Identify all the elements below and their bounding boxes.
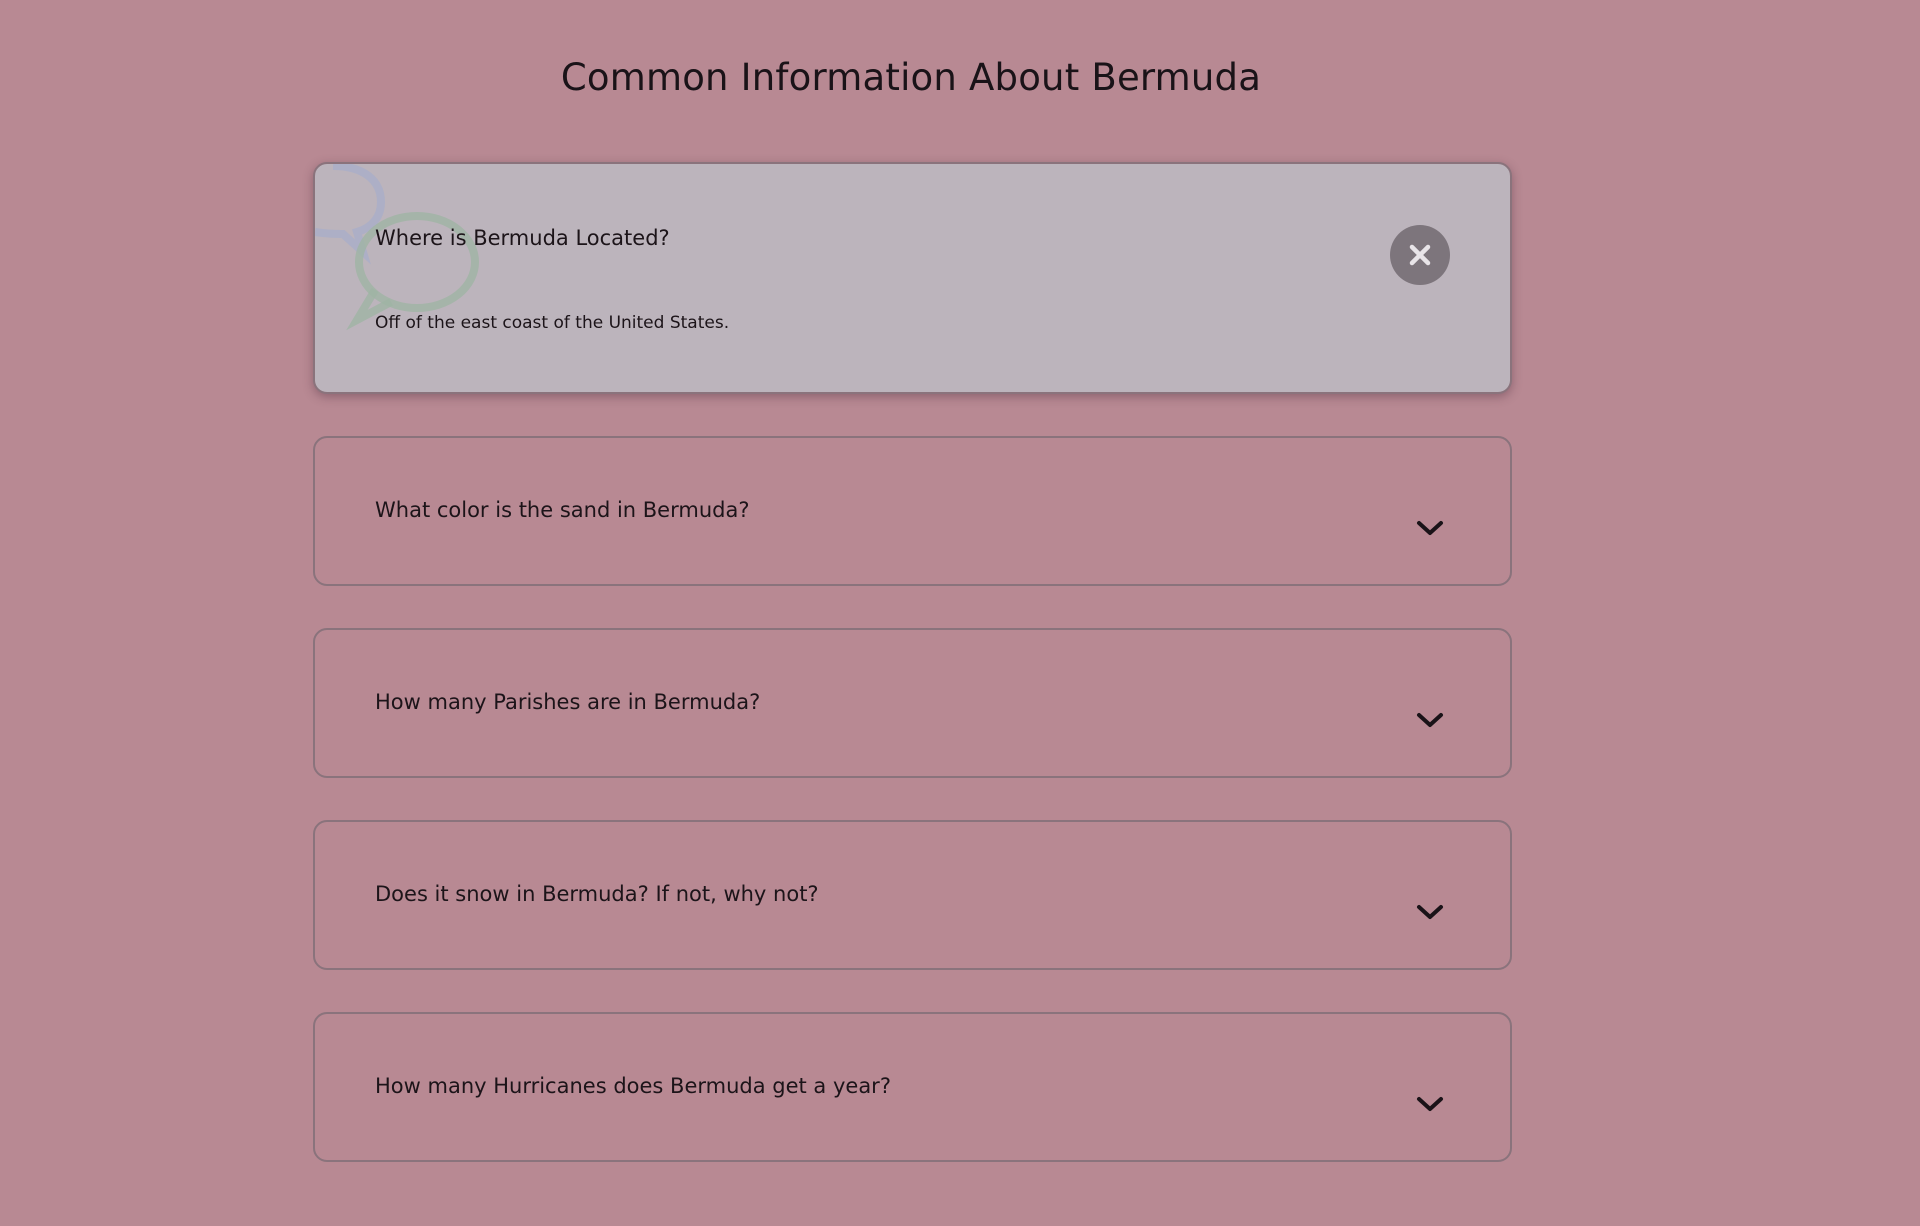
faq-item[interactable]: Where is Bermuda Located? Off of the eas… [313,162,1512,394]
faq-question[interactable]: Where is Bermuda Located? [375,226,670,250]
faq-answer: Off of the east coast of the United Stat… [375,313,730,333]
faq-question[interactable]: How many Parishes are in Bermuda? [375,690,760,714]
close-icon [1409,244,1431,266]
chevron-down-icon [1417,1097,1443,1111]
faq-item[interactable]: What color is the sand in Bermuda? [313,436,1512,586]
faq-toggle-button[interactable] [1412,702,1448,738]
faq-item[interactable]: How many Parishes are in Bermuda? [313,628,1512,778]
chevron-down-icon [1417,521,1443,535]
faq-toggle-button[interactable] [1390,225,1450,285]
faq-toggle-button[interactable] [1412,894,1448,930]
chevron-down-icon [1417,713,1443,727]
chevron-down-icon [1417,905,1443,919]
faq-question[interactable]: What color is the sand in Bermuda? [375,498,749,522]
faq-question[interactable]: How many Hurricanes does Bermuda get a y… [375,1074,891,1098]
faq-toggle-button[interactable] [1412,510,1448,546]
faq-item[interactable]: Does it snow in Bermuda? If not, why not… [313,820,1512,970]
page-title: Common Information About Bermuda [560,56,1262,99]
faq-list: Where is Bermuda Located? Off of the eas… [313,162,1512,1204]
faq-item[interactable]: How many Hurricanes does Bermuda get a y… [313,1012,1512,1162]
faq-question[interactable]: Does it snow in Bermuda? If not, why not… [375,882,819,906]
faq-toggle-button[interactable] [1412,1086,1448,1122]
